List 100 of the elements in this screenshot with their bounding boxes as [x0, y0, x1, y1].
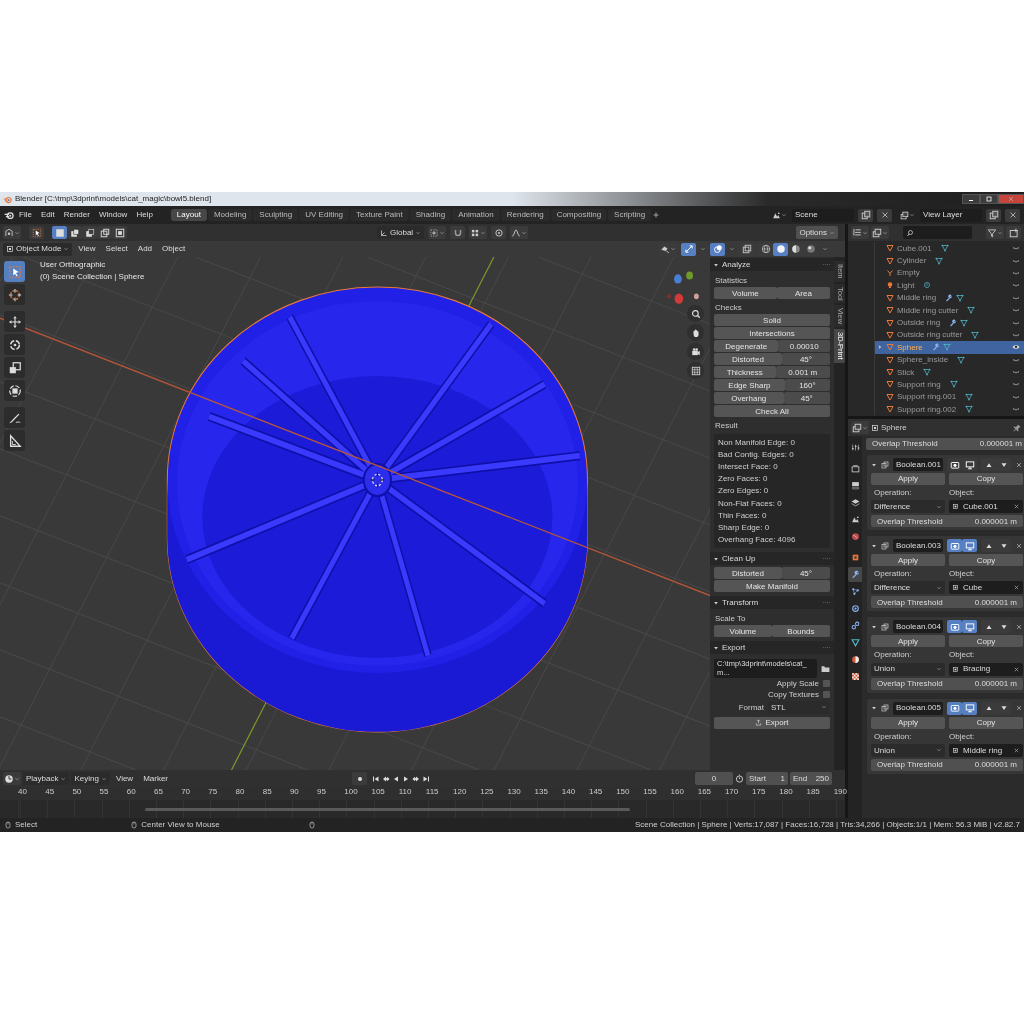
check-button[interactable]: Edge Sharp: [714, 379, 785, 392]
outliner-row[interactable]: Outside ring cutter: [875, 328, 1024, 342]
value-field[interactable]: 45°: [781, 567, 830, 580]
outliner-row[interactable]: Cube.001: [875, 242, 1024, 255]
action-button[interactable]: Check All: [714, 405, 830, 418]
workspace-tab[interactable]: Animation: [452, 209, 500, 221]
outliner-row[interactable]: Support ring: [875, 378, 1024, 391]
orientation-dropdown[interactable]: Global: [377, 226, 425, 239]
overlap-threshold-field[interactable]: Overlap Threshold 0.000001 m: [866, 438, 1024, 450]
menu-item[interactable]: Select: [101, 244, 132, 254]
object-field[interactable]: Cube.001: [949, 500, 1023, 514]
mode-dropdown[interactable]: Object Mode: [3, 242, 73, 256]
panel-header[interactable]: Clean Up: [710, 552, 834, 566]
apply-button[interactable]: Apply: [871, 635, 945, 648]
menu-item[interactable]: Add: [133, 244, 157, 254]
current-frame-field[interactable]: 0: [695, 772, 733, 785]
check-button[interactable]: Distorted: [714, 353, 782, 366]
menu-item[interactable]: Edit: [36, 210, 59, 220]
check-button[interactable]: Distorted: [714, 567, 782, 580]
workspace-tab[interactable]: Layout: [170, 209, 207, 221]
value-field[interactable]: 45°: [783, 392, 830, 405]
frame-number: 125: [480, 787, 495, 798]
outliner-row[interactable]: Support ring.001: [875, 390, 1024, 404]
end-frame-field[interactable]: End 250: [790, 772, 832, 785]
action-button[interactable]: Bounds: [771, 625, 830, 638]
menu-dropdown[interactable]: Keying: [71, 772, 110, 785]
menu-item[interactable]: Object: [158, 244, 190, 254]
check-button[interactable]: Thickness: [714, 366, 776, 379]
options-dropdown[interactable]: Options: [796, 226, 838, 239]
menu-item[interactable]: View: [74, 244, 100, 254]
frame-number: 150: [616, 787, 631, 798]
outliner-row[interactable]: Empty: [875, 266, 1024, 280]
action-button[interactable]: Volume: [714, 287, 777, 300]
panel-header[interactable]: Export: [710, 641, 834, 655]
workspace-tab[interactable]: Sculpting: [253, 209, 299, 221]
modifier-name-field[interactable]: Boolean.001: [893, 458, 943, 471]
copy-button[interactable]: Copy: [949, 716, 1023, 729]
check-button[interactable]: Overhang: [714, 392, 784, 405]
menu-item[interactable]: Help: [132, 210, 157, 220]
value-field[interactable]: 45°: [781, 353, 830, 366]
export-button[interactable]: Export: [714, 716, 830, 729]
object-field[interactable]: Cube: [949, 581, 1023, 595]
object-field[interactable]: Middle ring: [949, 743, 1023, 757]
workspace-tab[interactable]: Scripting: [608, 209, 652, 221]
workspace-tab[interactable]: Rendering: [500, 209, 550, 221]
action-button[interactable]: Area: [776, 287, 830, 300]
action-button[interactable]: Intersections: [714, 327, 830, 340]
action-button[interactable]: Make Manifold: [714, 580, 830, 593]
overlap-threshold-field[interactable]: Overlap Threshold 0.000001 m: [871, 596, 1023, 609]
outliner-row[interactable]: Middle ring: [875, 291, 1024, 304]
outliner-row[interactable]: Sphere_inside: [875, 353, 1024, 366]
panel-header[interactable]: Transform: [710, 596, 834, 610]
outliner-row[interactable]: Middle ring cutter: [875, 303, 1024, 317]
menu-item[interactable]: Marker: [139, 773, 173, 784]
outliner-row[interactable]: Light: [875, 279, 1024, 292]
outliner-row[interactable]: Outside ring: [875, 316, 1024, 329]
operation-dropdown[interactable]: Difference: [871, 500, 945, 514]
check-button[interactable]: Degenerate: [714, 340, 779, 353]
outliner-row[interactable]: Stick: [875, 365, 1024, 379]
object-field[interactable]: Bracing: [949, 662, 1023, 676]
menu-item[interactable]: File: [15, 210, 36, 220]
frame-number: 135: [534, 787, 549, 798]
outliner-row[interactable]: Support ring.002: [875, 403, 1024, 416]
menu-item[interactable]: View: [111, 773, 138, 784]
scene-field[interactable]: Scene: [792, 208, 854, 222]
action-button[interactable]: Solid: [714, 314, 830, 327]
frame-number: 145: [588, 787, 604, 798]
modifier-name-field[interactable]: Boolean.003: [893, 539, 943, 553]
operation-dropdown[interactable]: Union: [871, 743, 945, 757]
workspace-tab[interactable]: Compositing: [550, 209, 608, 221]
menu-item[interactable]: Window: [94, 210, 132, 220]
panel-header[interactable]: Analyze: [710, 258, 834, 271]
operation-dropdown[interactable]: Union: [871, 662, 945, 676]
start-frame-field[interactable]: Start 1: [746, 772, 788, 785]
copy-button[interactable]: Copy: [949, 473, 1023, 485]
outliner-row[interactable]: Cylinder: [875, 254, 1024, 267]
value-field[interactable]: 0.001 m: [775, 366, 830, 379]
menu-dropdown[interactable]: Playback: [23, 772, 70, 785]
value-field[interactable]: 0.00010: [778, 340, 830, 353]
operation-dropdown[interactable]: Difference: [871, 581, 945, 595]
workspace-tab[interactable]: Texture Paint: [350, 209, 409, 221]
workspace-tab[interactable]: Shading: [409, 209, 452, 221]
workspace-tab[interactable]: Modeling: [207, 209, 253, 221]
modifier-name-field[interactable]: Boolean.005: [893, 701, 943, 715]
view-layer-field[interactable]: View Layer: [920, 208, 982, 222]
copy-button[interactable]: Copy: [949, 554, 1023, 567]
overlap-threshold-field[interactable]: Overlap Threshold 0.000001 m: [871, 758, 1023, 771]
copy-button[interactable]: Copy: [949, 635, 1023, 648]
value-field[interactable]: 160°: [784, 379, 830, 392]
overlap-threshold-field[interactable]: Overlap Threshold 0.000001 m: [871, 515, 1023, 528]
object-name: Support ring: [897, 379, 941, 390]
overlap-threshold-field[interactable]: Overlap Threshold 0.000001 m: [871, 677, 1023, 690]
menu-item[interactable]: Render: [59, 210, 94, 220]
modifier-name-field[interactable]: Boolean.004: [893, 620, 943, 634]
apply-button[interactable]: Apply: [871, 473, 945, 485]
workspace-tab[interactable]: UV Editing: [299, 209, 350, 221]
apply-button[interactable]: Apply: [871, 554, 945, 567]
apply-button[interactable]: Apply: [871, 716, 945, 729]
frame-number: 155: [643, 787, 658, 798]
action-button[interactable]: Volume: [714, 625, 772, 638]
